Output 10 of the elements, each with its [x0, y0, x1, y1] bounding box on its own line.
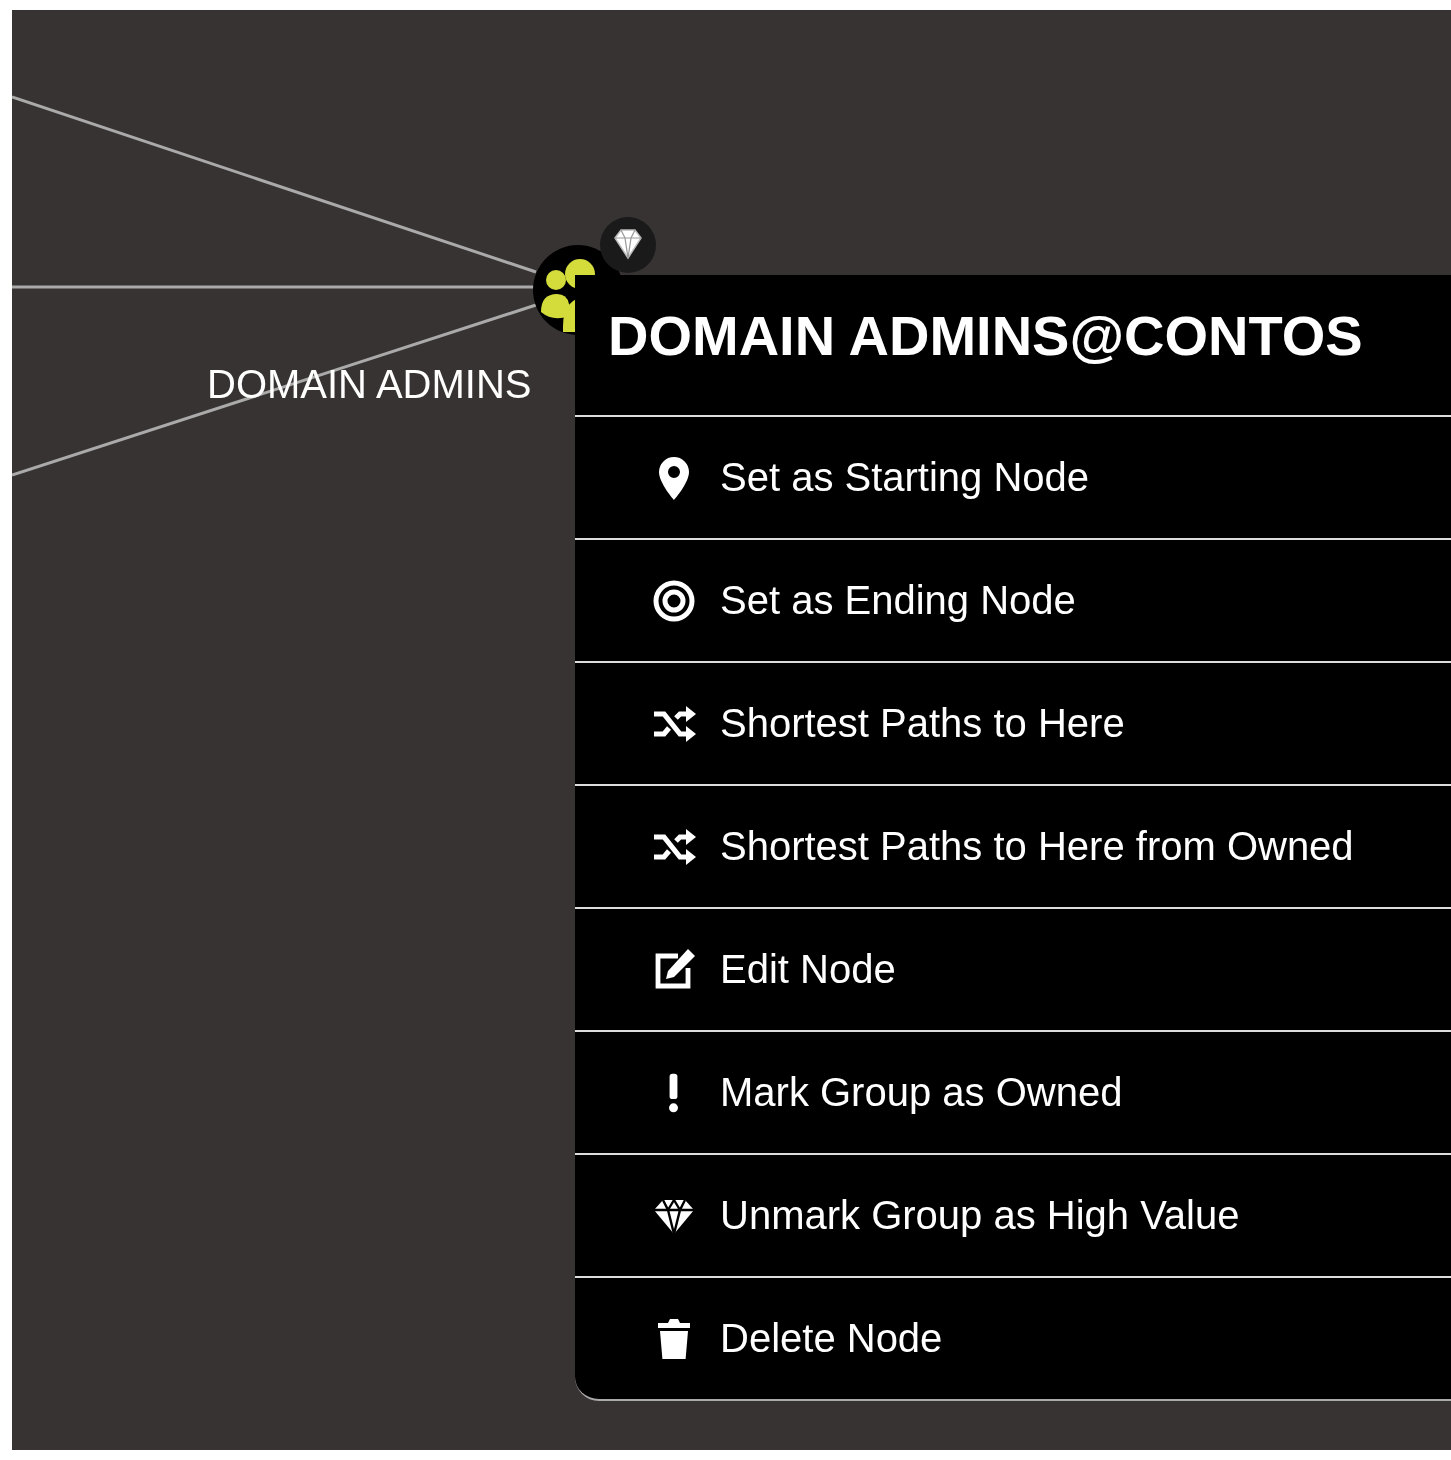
- menu-item[interactable]: Delete Node: [575, 1276, 1451, 1399]
- menu-item[interactable]: Shortest Paths to Here from Owned: [575, 784, 1451, 907]
- menu-item[interactable]: Mark Group as Owned: [575, 1030, 1451, 1153]
- menu-title: DOMAIN ADMINS@CONTOS: [607, 303, 1363, 369]
- menu-item[interactable]: Unmark Group as High Value: [575, 1153, 1451, 1276]
- menu-item[interactable]: Shortest Paths to Here: [575, 661, 1451, 784]
- exclamation-icon: [669, 1072, 678, 1113]
- menu-item[interactable]: Edit Node: [575, 907, 1451, 1030]
- menu-item[interactable]: Set as Ending Node: [575, 538, 1451, 661]
- menu-item[interactable]: Set as Starting Node: [575, 415, 1451, 538]
